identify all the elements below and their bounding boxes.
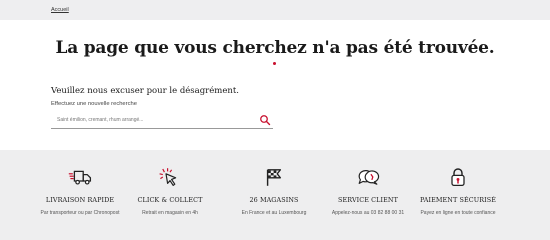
chat-bubbles-icon bbox=[358, 170, 380, 185]
feature-service-client: Service client Appelez-nous au 03 82 88 … bbox=[318, 150, 418, 240]
feature-subtitle: Payez en ligne en toute confiance bbox=[420, 210, 496, 216]
breadcrumb: Accueil bbox=[0, 0, 550, 20]
padlock-icon bbox=[451, 168, 465, 187]
search-box bbox=[51, 112, 273, 129]
flag-icon bbox=[266, 169, 282, 186]
feature-livraison: Livraison rapide Par transporteur ou par… bbox=[30, 150, 130, 240]
feature-title: Click & Collect bbox=[137, 196, 203, 204]
search-label: Effectuez une nouvelle recherche bbox=[51, 101, 137, 107]
delivery-truck-icon bbox=[68, 170, 92, 185]
apology-message: Veuillez nous excuser pour le désagrémen… bbox=[51, 86, 239, 96]
search-input[interactable] bbox=[57, 115, 247, 125]
page-title: La page que vous cherchez n'a pas été tr… bbox=[55, 38, 495, 58]
feature-subtitle: Retrait en magasin en 4h bbox=[142, 210, 198, 216]
click-collect-cursor-icon bbox=[159, 168, 177, 186]
title-accent-dot bbox=[273, 62, 276, 65]
features-band: Livraison rapide Par transporteur ou par… bbox=[0, 150, 550, 240]
feature-click-collect: Click & Collect Retrait en magasin en 4h bbox=[120, 150, 220, 240]
feature-paiement: Paiement sécurisé Payez en ligne en tout… bbox=[408, 150, 508, 240]
feature-magasins: 26 magasins En France et au Luxembourg bbox=[224, 150, 324, 240]
feature-title: Paiement sécurisé bbox=[419, 196, 496, 204]
search-icon[interactable] bbox=[259, 114, 271, 126]
breadcrumb-home-link[interactable]: Accueil bbox=[51, 7, 69, 13]
